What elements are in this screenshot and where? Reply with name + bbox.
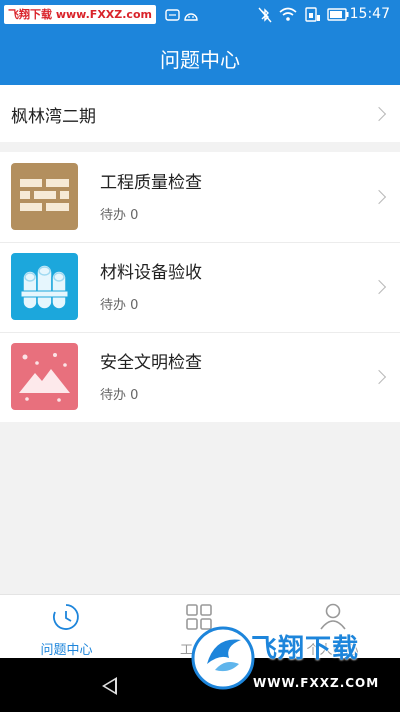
sim-icon (305, 7, 320, 22)
list-item-quality-check[interactable]: 工程质量检查 待办 0 (0, 152, 400, 242)
battery-icon (327, 8, 349, 21)
chevron-right-icon (371, 106, 387, 122)
mute-icon (258, 7, 272, 23)
tab-label: 问题中心 (40, 643, 93, 658)
category-list: 工程质量检查 待办 0 材料设备验收 待办 0 安全文明检查 待办 0 (0, 152, 400, 422)
status-icons-left (165, 9, 198, 21)
status-bar: 飞翔下载 www.FXXZ.com 15:47 (0, 0, 400, 30)
chevron-right-icon (371, 189, 387, 205)
item-pending-count: 待办 0 (100, 298, 139, 313)
watermark-logo: 飞翔下载 WWW.FXXZ.COM (185, 618, 395, 708)
watermark-badge: 飞翔下载 www.FXXZ.com (4, 5, 156, 24)
watermark-brand: 飞翔下载 (8, 8, 52, 21)
page-title: 问题中心 (160, 48, 240, 72)
item-title: 材料设备验收 (100, 263, 202, 283)
project-selector[interactable]: 枫林湾二期 (0, 85, 400, 142)
item-pending-count: 待办 0 (100, 208, 139, 223)
list-item-material-acceptance[interactable]: 材料设备验收 待办 0 (0, 242, 400, 332)
chevron-right-icon (371, 369, 387, 385)
app-screen: 飞翔下载 www.FXXZ.com 15:47 问题中心 枫林湾二期 工程质量检… (0, 0, 400, 712)
watermark-brand-text: 飞翔下载 (251, 634, 360, 664)
watermark-url: www.FXXZ.com (55, 8, 152, 21)
pipes-icon (11, 253, 78, 320)
status-clock: 15:47 (349, 6, 390, 22)
item-title: 安全文明检查 (100, 353, 202, 373)
chevron-right-icon (371, 279, 387, 295)
item-pending-count: 待办 0 (100, 388, 139, 403)
mountain-icon (11, 343, 78, 410)
tab-issue-center[interactable]: 问题中心 (0, 595, 133, 659)
app-header: 问题中心 (0, 30, 400, 85)
clock-icon (53, 604, 79, 630)
item-title: 工程质量检查 (100, 173, 202, 193)
list-item-safety-check[interactable]: 安全文明检查 待办 0 (0, 332, 400, 422)
brick-wall-icon (11, 163, 78, 230)
project-name: 枫林湾二期 (11, 107, 96, 127)
wifi-icon (279, 7, 297, 21)
watermark-domain-text: WWW.FXXZ.COM (253, 676, 380, 690)
